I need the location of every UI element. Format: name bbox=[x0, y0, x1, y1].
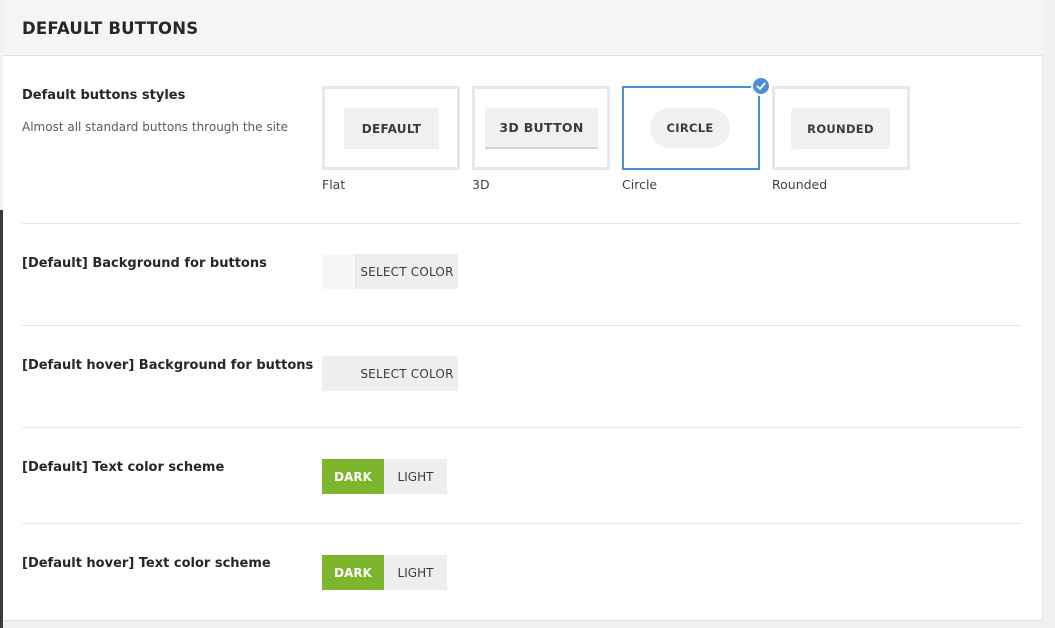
toggle-dark-option[interactable]: DARK bbox=[322, 555, 384, 590]
divider bbox=[22, 427, 1022, 428]
style-caption-circle: Circle bbox=[622, 177, 658, 192]
bg-label: [Default] Background for buttons bbox=[22, 256, 267, 271]
toggle-light-option[interactable]: LIGHT bbox=[384, 459, 447, 494]
style-caption-flat: Flat bbox=[322, 177, 346, 192]
divider bbox=[22, 223, 1022, 224]
color-swatch bbox=[322, 254, 356, 289]
style-caption-rounded: Rounded bbox=[772, 177, 828, 192]
style-sample-circle: CIRCLE bbox=[650, 108, 730, 148]
checkmark-icon bbox=[751, 76, 771, 96]
text-scheme-hover-toggle: DARK LIGHT bbox=[322, 555, 447, 590]
bg-color-picker[interactable]: SELECT COLOR bbox=[322, 254, 458, 289]
section-header: DEFAULT BUTTONS bbox=[3, 0, 1043, 56]
style-caption-3d: 3D bbox=[472, 177, 490, 192]
style-sample-rounded: ROUNDED bbox=[791, 108, 890, 149]
style-option-3d[interactable]: 3D BUTTON bbox=[472, 86, 610, 170]
divider bbox=[22, 523, 1022, 524]
text-scheme-hover-label: [Default hover] Text color scheme bbox=[22, 556, 271, 571]
style-option-circle[interactable]: CIRCLE bbox=[622, 76, 771, 170]
toggle-light-option[interactable]: LIGHT bbox=[384, 555, 447, 590]
style-sample-3d: 3D BUTTON bbox=[485, 108, 598, 149]
text-scheme-toggle: DARK LIGHT bbox=[322, 459, 447, 494]
select-color-label: SELECT COLOR bbox=[360, 264, 454, 279]
styles-label: Default buttons styles bbox=[22, 88, 186, 103]
bg-hover-color-picker[interactable]: SELECT COLOR bbox=[322, 356, 458, 391]
styles-description: Almost all standard buttons through the … bbox=[22, 120, 289, 134]
divider bbox=[22, 325, 1022, 326]
text-scheme-label: [Default] Text color scheme bbox=[22, 460, 225, 475]
bottom-bar bbox=[3, 620, 1043, 628]
bg-hover-label: [Default hover] Background for buttons bbox=[22, 358, 314, 373]
toggle-dark-option[interactable]: DARK bbox=[322, 459, 384, 494]
color-swatch bbox=[322, 356, 356, 391]
style-sample-default: DEFAULT bbox=[344, 108, 439, 149]
style-option-rounded[interactable]: ROUNDED bbox=[772, 86, 910, 170]
select-color-label: SELECT COLOR bbox=[360, 366, 454, 381]
style-option-flat[interactable]: DEFAULT bbox=[322, 86, 460, 170]
section-title: DEFAULT BUTTONS bbox=[22, 19, 199, 38]
